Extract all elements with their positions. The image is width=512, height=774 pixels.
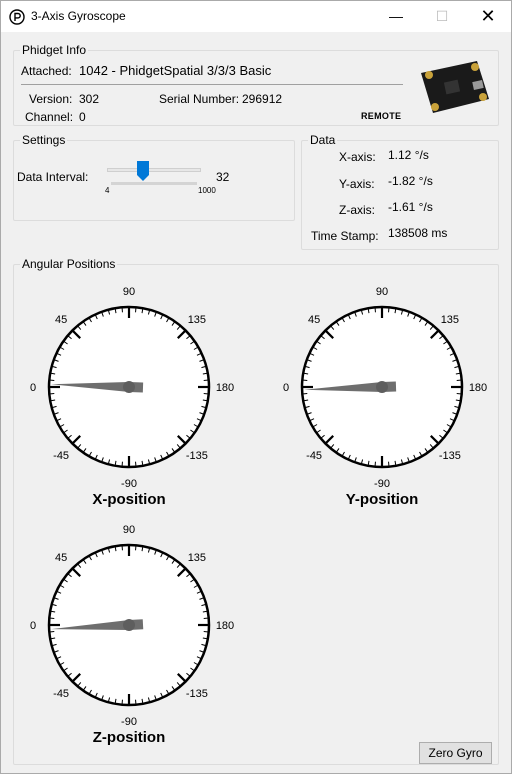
dial-label-left: 0 <box>30 620 36 632</box>
needle-hub <box>123 619 135 631</box>
slider-scale-line <box>111 182 197 185</box>
slider-min-label: 4 <box>105 186 110 195</box>
slider-track <box>107 168 201 172</box>
x-axis-value: 1.12 °/s <box>388 148 429 162</box>
dial-label-right: 180 <box>216 382 234 394</box>
dial-label-upper_right: 135 <box>441 314 459 326</box>
dial-label-right: 180 <box>469 382 487 394</box>
attached-label: Attached: <box>21 64 72 78</box>
zero-gyro-button[interactable]: Zero Gyro <box>419 742 492 764</box>
dial-label-lower_right: -135 <box>186 688 208 700</box>
dial-label-bottom: -90 <box>121 478 137 490</box>
dial-label-lower_left: -45 <box>53 688 69 700</box>
gauge-title-z-position: Z-position <box>92 729 166 746</box>
dial-label-left: 0 <box>283 382 289 394</box>
data-interval-label: Data Interval: <box>17 170 89 184</box>
data-group-label: Data <box>308 133 338 147</box>
dial-label-right: 180 <box>216 620 234 632</box>
dial-label-bottom: -90 <box>121 716 137 728</box>
slider-thumb[interactable] <box>137 161 149 181</box>
data-interval-slider[interactable] <box>107 161 203 183</box>
app-window: 3-Axis Gyroscope — ☐ ✕ Phidget Info Atta… <box>0 0 512 774</box>
serial-number-label: Serial Number: <box>159 92 240 106</box>
time-stamp-value: 138508 ms <box>388 226 448 240</box>
dial-label-bottom: -90 <box>374 478 390 490</box>
dial-label-top: 90 <box>123 524 135 536</box>
dial-label-lower_right: -135 <box>439 450 461 462</box>
y-axis-value: -1.82 °/s <box>388 174 433 188</box>
needle-hub <box>123 381 135 393</box>
attached-value: 1042 - PhidgetSpatial 3/3/3 Basic <box>79 63 272 78</box>
dial-label-upper_left: 45 <box>55 314 67 326</box>
phidget-info-group-label: Phidget Info <box>20 43 89 57</box>
title-bar[interactable]: 3-Axis Gyroscope — ☐ ✕ <box>1 1 511 32</box>
version-value: 302 <box>79 92 100 106</box>
settings-group-label: Settings <box>20 133 68 147</box>
remote-badge: REMOTE <box>361 111 402 121</box>
time-stamp-label: Time Stamp: <box>311 229 379 243</box>
dial-label-lower_left: -45 <box>53 450 69 462</box>
gauge-y-position: 90 45 135 0 180 -45 -135 -90 <box>283 286 487 490</box>
z-axis-label: Z-axis: <box>339 203 375 217</box>
data-interval-value: 32 <box>216 170 230 184</box>
dial-label-lower_left: -45 <box>306 450 322 462</box>
window-title: 3-Axis Gyroscope <box>31 9 126 23</box>
gauge-title-y-position: Y-position <box>345 491 419 508</box>
dial-label-upper_right: 135 <box>188 552 206 564</box>
minimize-button[interactable]: — <box>373 1 419 32</box>
dial-label-upper_right: 135 <box>188 314 206 326</box>
maximize-button[interactable]: ☐ <box>419 1 465 32</box>
dial-label-upper_left: 45 <box>55 552 67 564</box>
serial-number-value: 296912 <box>242 92 283 106</box>
z-axis-value: -1.61 °/s <box>388 200 433 214</box>
dial-label-upper_left: 45 <box>308 314 320 326</box>
gauge-z-position: 90 45 135 0 180 -45 -135 -90 <box>30 524 234 728</box>
needle-hub <box>376 381 388 393</box>
device-board-image <box>421 61 489 113</box>
channel-label: Channel: <box>25 110 74 124</box>
dial-label-top: 90 <box>123 286 135 298</box>
gauge-x-position: 90 45 135 0 180 -45 -135 -90 <box>30 286 234 490</box>
version-label: Version: <box>29 92 73 106</box>
info-divider <box>21 84 403 85</box>
phidget-logo-icon <box>9 9 25 25</box>
close-button[interactable]: ✕ <box>465 1 511 32</box>
dial-label-top: 90 <box>376 286 388 298</box>
channel-value: 0 <box>79 110 86 124</box>
x-axis-label: X-axis: <box>339 150 376 164</box>
dial-label-left: 0 <box>30 382 36 394</box>
y-axis-label: Y-axis: <box>339 177 375 191</box>
slider-max-label: 1000 <box>198 186 216 195</box>
dial-label-lower_right: -135 <box>186 450 208 462</box>
